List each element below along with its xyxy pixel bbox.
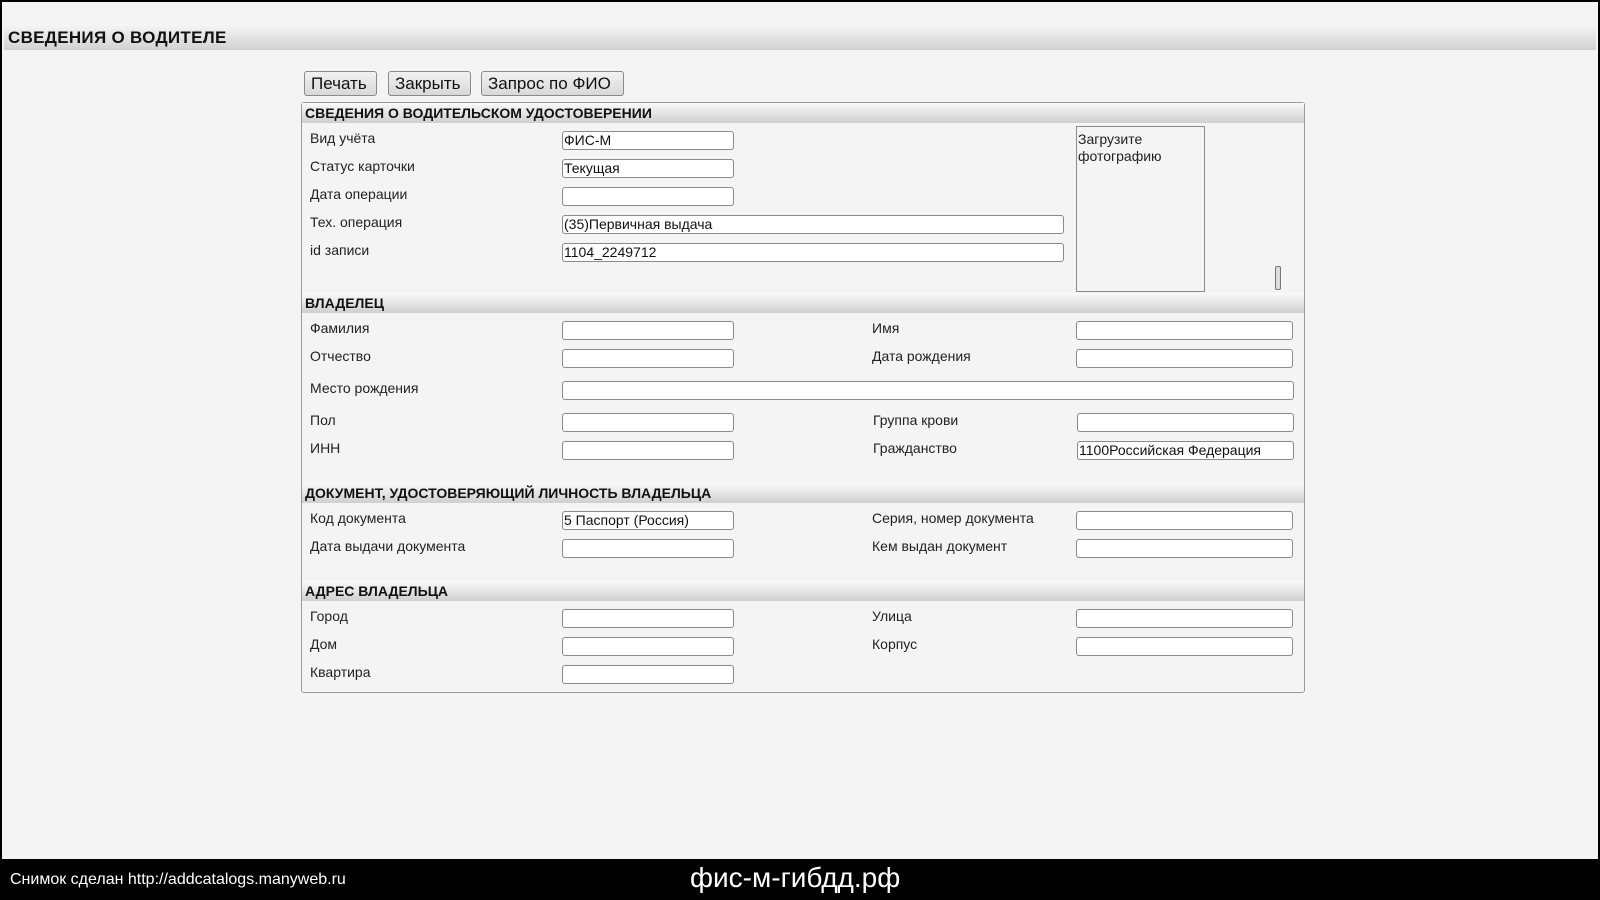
screenshot-footer: Снимок сделан http://addcatalogs.manyweb… — [0, 859, 1600, 900]
document-section-header: ДОКУМЕНТ, УДОСТОВЕРЯЮЩИЙ ЛИЧНОСТЬ ВЛАДЕЛ… — [302, 483, 1304, 503]
doc-code-field[interactable]: 5 Паспорт (Россия) — [562, 511, 734, 530]
issued-by-label: Кем выдан документ — [872, 538, 1008, 554]
license-section-title: СВЕДЕНИЯ О ВОДИТЕЛЬСКОМ УДОСТОВЕРЕНИИ — [305, 105, 652, 121]
card-status-label: Статус карточки — [310, 158, 415, 174]
blood-group-field[interactable] — [1077, 413, 1294, 432]
driver-details-panel: СВЕДЕНИЯ О ВОДИТЕЛЬСКОМ УДОСТОВЕРЕНИИ Ви… — [301, 102, 1305, 693]
owner-section-title: ВЛАДЕЛЕЦ — [305, 295, 384, 311]
street-field[interactable] — [1076, 609, 1293, 628]
operation-date-label: Дата операции — [310, 186, 408, 202]
tech-operation-label: Тех. операция — [310, 214, 403, 230]
street-label: Улица — [872, 608, 912, 624]
photo-placeholder[interactable]: Загрузите фотографию — [1076, 126, 1205, 292]
doc-code-label: Код документа — [310, 510, 406, 526]
operation-date-field[interactable] — [562, 187, 734, 206]
building-label: Корпус — [872, 636, 918, 652]
record-id-label: id записи — [310, 242, 370, 258]
close-button[interactable]: Закрыть — [388, 71, 471, 96]
document-section-title: ДОКУМЕНТ, УДОСТОВЕРЯЮЩИЙ ЛИЧНОСТЬ ВЛАДЕЛ… — [305, 485, 712, 501]
resize-handle[interactable] — [1275, 266, 1281, 290]
house-field[interactable] — [562, 637, 734, 656]
house-label: Дом — [310, 636, 338, 652]
record-id-field[interactable]: 1104_2249712 — [562, 243, 1064, 262]
patronymic-label: Отчество — [310, 348, 371, 364]
series-number-label: Серия, номер документа — [872, 510, 1034, 526]
license-section-header: СВЕДЕНИЯ О ВОДИТЕЛЬСКОМ УДОСТОВЕРЕНИИ — [302, 103, 1304, 123]
apartment-field[interactable] — [562, 665, 734, 684]
surname-label: Фамилия — [310, 320, 370, 336]
watermark-text: фис-м-гибдд.рф — [690, 862, 901, 893]
name-label: Имя — [872, 320, 900, 336]
inn-field[interactable] — [562, 441, 734, 460]
page-title: СВЕДЕНИЯ О ВОДИТЕЛЕ — [8, 28, 227, 47]
blood-group-label: Группа крови — [873, 412, 959, 428]
print-button[interactable]: Печать — [304, 71, 377, 96]
snapshot-caption: Снимок сделан http://addcatalogs.manyweb… — [10, 871, 346, 888]
app-window: СВЕДЕНИЯ О ВОДИТЕЛЕ Печать Закрыть Запро… — [2, 2, 1598, 859]
title-bar: СВЕДЕНИЯ О ВОДИТЕЛЕ — [4, 24, 1596, 50]
citizenship-field[interactable]: 1100Российская Федерация — [1077, 441, 1294, 460]
owner-section-header: ВЛАДЕЛЕЦ — [302, 293, 1304, 313]
city-label: Город — [310, 608, 348, 624]
photo-alt-text: Загрузите фотографию — [1078, 131, 1162, 164]
birth-date-label: Дата рождения — [872, 348, 971, 364]
issued-by-field[interactable] — [1076, 539, 1293, 558]
tech-operation-field[interactable]: (35)Первичная выдача — [562, 215, 1064, 234]
apartment-label: Квартира — [310, 664, 371, 680]
surname-field[interactable] — [562, 321, 734, 340]
city-field[interactable] — [562, 609, 734, 628]
citizenship-label: Гражданство — [873, 440, 957, 456]
series-number-field[interactable] — [1076, 511, 1293, 530]
query-by-name-button[interactable]: Запрос по ФИО — [481, 71, 624, 96]
sex-field[interactable] — [562, 413, 734, 432]
birth-place-field[interactable] — [562, 381, 1294, 400]
card-status-field[interactable]: Текущая — [562, 159, 734, 178]
issue-date-label: Дата выдачи документа — [310, 538, 466, 554]
address-section-header: АДРЕС ВЛАДЕЛЬЦА — [302, 581, 1304, 601]
birth-place-label: Место рождения — [310, 380, 419, 396]
building-field[interactable] — [1076, 637, 1293, 656]
issue-date-field[interactable] — [562, 539, 734, 558]
inn-label: ИНН — [310, 440, 341, 456]
patronymic-field[interactable] — [562, 349, 734, 368]
birth-date-field[interactable] — [1076, 349, 1293, 368]
account-type-field[interactable]: ФИС-М — [562, 131, 734, 150]
account-type-label: Вид учёта — [310, 130, 376, 146]
name-field[interactable] — [1076, 321, 1293, 340]
address-section-title: АДРЕС ВЛАДЕЛЬЦА — [305, 583, 449, 599]
sex-label: Пол — [310, 412, 336, 428]
